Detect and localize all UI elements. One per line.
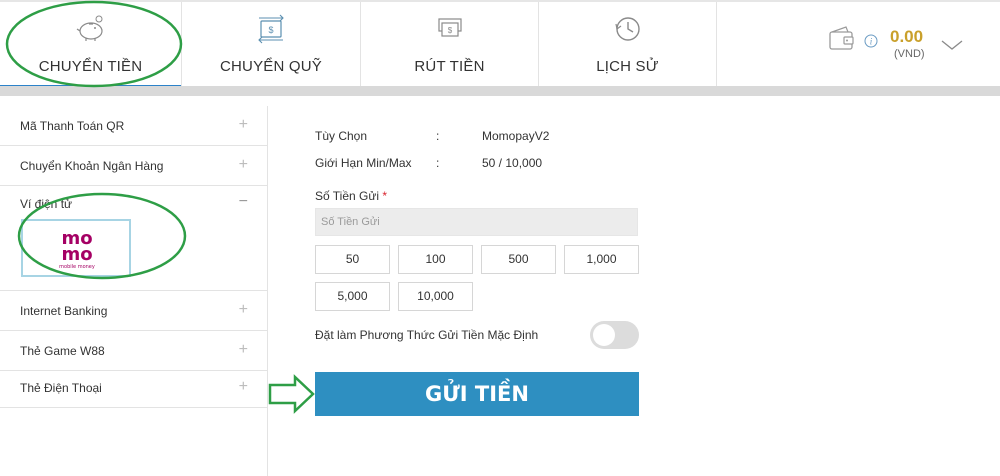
separator: : — [436, 156, 440, 170]
option-value: MomopayV2 — [482, 129, 550, 143]
tab-label: RÚT TIỀN — [414, 58, 485, 75]
quick-amount-button[interactable]: 5,000 — [315, 282, 390, 311]
svg-text:mobile money: mobile money — [59, 264, 95, 270]
sidebar-item-label: Thẻ Game W88 — [20, 344, 105, 358]
momo-logo: mo mo mobile money — [59, 228, 95, 270]
piggy-bank-icon — [71, 14, 111, 49]
history-clock-icon — [608, 14, 648, 49]
balance-currency: (VND) — [894, 48, 925, 60]
limit-value: 50 / 10,000 — [482, 156, 543, 170]
required-mark: * — [382, 189, 388, 203]
top-nav: CHUYỂN TIỀN $ CHUYỂN QUỸ $ RÚT TIỀN LỊCH… — [0, 0, 1000, 88]
toggle-knob — [593, 324, 615, 346]
tab-rut-tien[interactable]: $ RÚT TIỀN — [361, 2, 539, 88]
limit-label: Giới Hạn Min/Max — [315, 156, 412, 170]
sidebar-item-qr[interactable]: Mã Thanh Toán QR + — [0, 106, 268, 146]
sidebar-item-label: Internet Banking — [20, 304, 108, 318]
separator: : — [436, 129, 440, 143]
submit-deposit-button[interactable]: GỬI TIỀN — [315, 372, 639, 416]
payment-method-sidebar: Mã Thanh Toán QR + Chuyển Khoản Ngân Hàn… — [0, 106, 268, 476]
expand-plus-icon: + — [238, 378, 248, 395]
cash-icon: $ — [430, 14, 470, 49]
nav-divider-bar — [0, 86, 1000, 96]
tab-label: CHUYỂN QUỸ — [219, 58, 322, 75]
sidebar-item-bank-transfer[interactable]: Chuyển Khoản Ngân Hàng + — [0, 146, 268, 186]
collapse-minus-icon[interactable]: − — [239, 193, 248, 211]
wallet-icon — [828, 26, 856, 57]
expand-plus-icon: + — [238, 116, 248, 133]
chevron-down-icon[interactable] — [941, 38, 963, 56]
arrow-right-icon — [268, 374, 315, 414]
svg-text:$: $ — [447, 26, 452, 35]
quick-amount-button[interactable]: 1,000 — [564, 245, 639, 274]
sidebar-item-internet-banking[interactable]: Internet Banking + — [0, 291, 268, 331]
svg-text:$: $ — [268, 25, 273, 35]
option-label: Tùy Chọn — [315, 129, 368, 143]
default-method-label: Đặt làm Phương Thức Gửi Tiền Mặc Định — [315, 328, 539, 342]
sidebar-item-label: Chuyển Khoản Ngân Hàng — [20, 159, 164, 173]
default-method-toggle[interactable] — [590, 321, 639, 349]
sidebar-item-label: Thẻ Điện Thoại — [20, 381, 102, 395]
quick-amount-button[interactable]: 50 — [315, 245, 390, 274]
quick-amount-button[interactable]: 10,000 — [398, 282, 473, 311]
momo-option[interactable]: mo mo mobile money — [21, 219, 131, 277]
svg-text:i: i — [870, 37, 873, 47]
tab-chuyen-quy[interactable]: $ CHUYỂN QUỸ — [182, 2, 361, 88]
sidebar-item-ewallet: Ví điện tử − mo mo mobile money — [0, 186, 268, 291]
tab-chuyen-tien[interactable]: CHUYỂN TIỀN — [0, 2, 182, 88]
expand-plus-icon: + — [238, 301, 248, 318]
sidebar-item-label[interactable]: Ví điện tử — [20, 197, 72, 211]
amount-input[interactable] — [315, 208, 638, 236]
quick-amount-button[interactable]: 500 — [481, 245, 556, 274]
balance-amount: 0.00 — [890, 27, 924, 46]
tab-label: CHUYỂN TIỀN — [38, 58, 143, 75]
tab-lich-su[interactable]: LỊCH SỬ — [539, 2, 717, 88]
quick-amount-button[interactable]: 100 — [398, 245, 473, 274]
info-icon[interactable]: i — [864, 34, 878, 53]
tab-label: LỊCH SỬ — [596, 58, 659, 75]
sidebar-item-phone-card[interactable]: Thẻ Điện Thoại + — [0, 368, 268, 408]
sidebar-item-label: Mã Thanh Toán QR — [20, 119, 125, 133]
transfer-icon: $ — [251, 14, 291, 49]
amount-label: Số Tiền Gửi * — [315, 189, 388, 203]
svg-text:mo: mo — [61, 244, 92, 265]
sidebar-item-game-card[interactable]: Thẻ Game W88 + — [0, 331, 268, 371]
expand-plus-icon: + — [238, 341, 248, 358]
expand-plus-icon: + — [238, 156, 248, 173]
